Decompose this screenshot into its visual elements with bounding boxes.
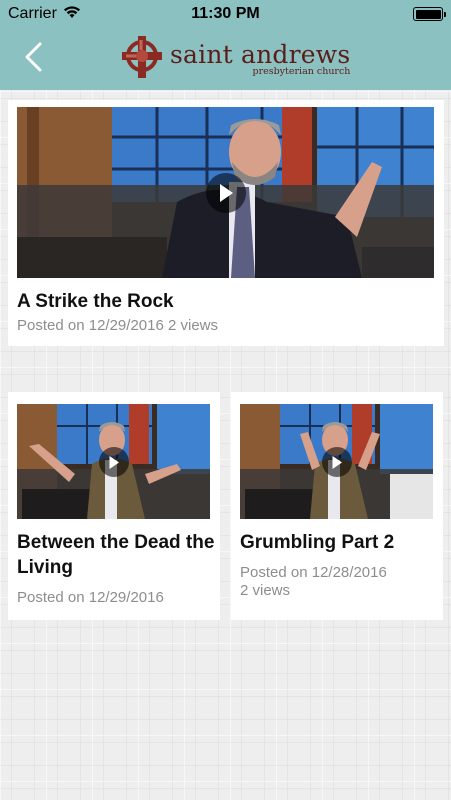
church-logo: saint andrews presbyterian church [120, 34, 350, 84]
play-icon [331, 455, 343, 470]
back-button[interactable] [18, 42, 48, 76]
video-card[interactable]: Grumbling Part 2 Posted on 12/28/2016 2 … [231, 392, 443, 620]
video-title[interactable]: Between the Dead the Living [17, 530, 217, 580]
app-header: saint andrews presbyterian church [0, 28, 451, 90]
play-button[interactable] [322, 447, 352, 477]
logo-name: saint andrews [170, 39, 351, 69]
video-meta: Posted on 12/29/2016 [17, 589, 217, 607]
posted-label: Posted on [17, 317, 85, 334]
status-bar: Carrier 11:30 PM [0, 0, 451, 28]
video-card[interactable]: Between the Dead the Living Posted on 12… [8, 392, 220, 620]
logo-subtitle: presbyterian church [252, 65, 351, 77]
video-card-featured[interactable]: A Strike the Rock Posted on 12/29/2016 2… [8, 100, 444, 346]
posted-date: 12/28/2016 [311, 564, 387, 581]
celtic-cross-icon [120, 34, 164, 85]
status-left: Carrier [8, 5, 81, 24]
wifi-icon [63, 5, 81, 24]
video-meta: Posted on 12/29/2016 2 views [17, 317, 434, 335]
video-title[interactable]: Grumbling Part 2 [240, 530, 440, 555]
carrier-label: Carrier [8, 5, 57, 22]
play-button[interactable] [206, 173, 246, 213]
play-icon [108, 455, 120, 470]
posted-date: 12/29/2016 [88, 317, 164, 334]
video-thumbnail[interactable] [17, 404, 210, 519]
logo-text: saint andrews presbyterian church [170, 39, 351, 77]
video-thumbnail[interactable] [17, 107, 434, 278]
view-count: 2 views [167, 317, 219, 334]
play-icon [218, 183, 234, 203]
posted-label: Posted on [240, 564, 308, 581]
play-button[interactable] [99, 447, 129, 477]
view-count: 2 views [240, 582, 291, 599]
battery-icon [413, 7, 446, 21]
video-meta: Posted on 12/28/2016 2 views [240, 564, 440, 600]
posted-date: 12/29/2016 [88, 589, 164, 606]
video-thumbnail[interactable] [240, 404, 433, 519]
posted-label: Posted on [17, 589, 85, 606]
video-title[interactable]: A Strike the Rock [17, 289, 434, 314]
back-chevron-icon [23, 42, 43, 77]
